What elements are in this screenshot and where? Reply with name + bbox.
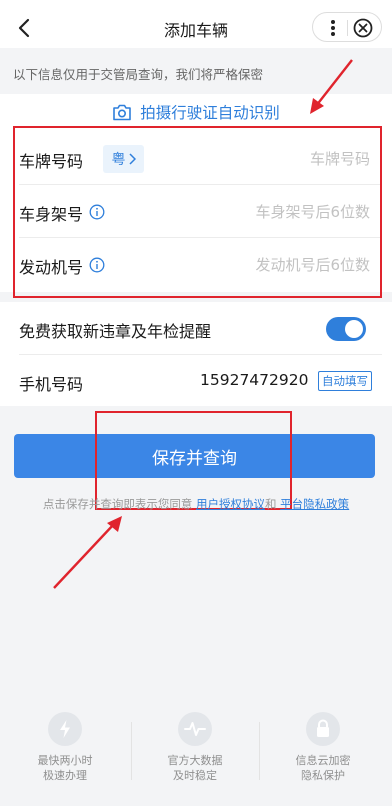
photo-recognize-label: 拍摄行驶证自动识别	[140, 104, 280, 122]
agreement-and: 和	[265, 497, 277, 511]
feature-data-title: 官方大数据	[167, 754, 223, 767]
capsule-divider	[347, 20, 348, 36]
annotation-box-form	[13, 126, 382, 298]
top-navigation-bar: 添加车辆	[0, 8, 392, 48]
lock-icon	[306, 712, 340, 746]
status-bar	[0, 0, 392, 8]
reminder-label: 免费获取新违章及年检提醒	[19, 322, 212, 341]
agreement-text: 点击保存并查询即表示您同意 用户授权协议和 平台隐私政策	[0, 496, 392, 512]
phone-row: 手机号码 15927472920 自动填写	[0, 355, 392, 407]
more-dots-icon	[331, 20, 335, 36]
reminder-toggle[interactable]	[326, 317, 366, 341]
user-agreement-link[interactable]: 用户授权协议	[196, 497, 265, 511]
feature-data-subtitle: 及时稳定	[173, 769, 217, 782]
annotation-arrow-icon	[310, 59, 353, 114]
autofill-button[interactable]: 自动填写	[318, 371, 372, 391]
feature-divider	[131, 722, 132, 780]
privacy-notice-text: 以下信息仅用于交管局查询，我们将严格保密	[13, 67, 264, 82]
feature-speed-title: 最快两小时	[37, 754, 93, 767]
reminder-row: 免费获取新违章及年检提醒	[0, 302, 392, 354]
agreement-prefix: 点击保存并查询即表示您同意	[42, 497, 193, 511]
annotation-arrow-icon	[53, 516, 122, 589]
close-circle-icon	[353, 18, 373, 38]
phone-input[interactable]: 15927472920	[200, 371, 308, 389]
feature-speed: 最快两小时 极速办理	[5, 712, 125, 783]
feature-highlights: 最快两小时 极速办理 官方大数据 及时稳定 信息云加密 隐私保护	[0, 712, 392, 784]
feature-privacy-title: 信息云加密	[295, 754, 351, 767]
close-button[interactable]	[351, 16, 375, 40]
feature-data: 官方大数据 及时稳定	[135, 712, 255, 783]
phone-label: 手机号码	[19, 375, 84, 394]
toggle-knob	[345, 320, 363, 338]
pulse-icon	[178, 712, 212, 746]
feature-privacy: 信息云加密 隐私保护	[263, 712, 383, 783]
privacy-policy-link[interactable]: 平台隐私政策	[280, 497, 349, 511]
lightning-icon	[48, 712, 82, 746]
mini-program-capsule	[312, 12, 382, 42]
feature-privacy-subtitle: 隐私保护	[301, 769, 345, 782]
feature-speed-subtitle: 极速办理	[43, 769, 87, 782]
more-button[interactable]	[321, 16, 345, 40]
feature-divider	[259, 722, 260, 780]
options-section: 免费获取新违章及年检提醒 手机号码 15927472920 自动填写	[0, 302, 392, 406]
camera-icon	[113, 104, 132, 120]
